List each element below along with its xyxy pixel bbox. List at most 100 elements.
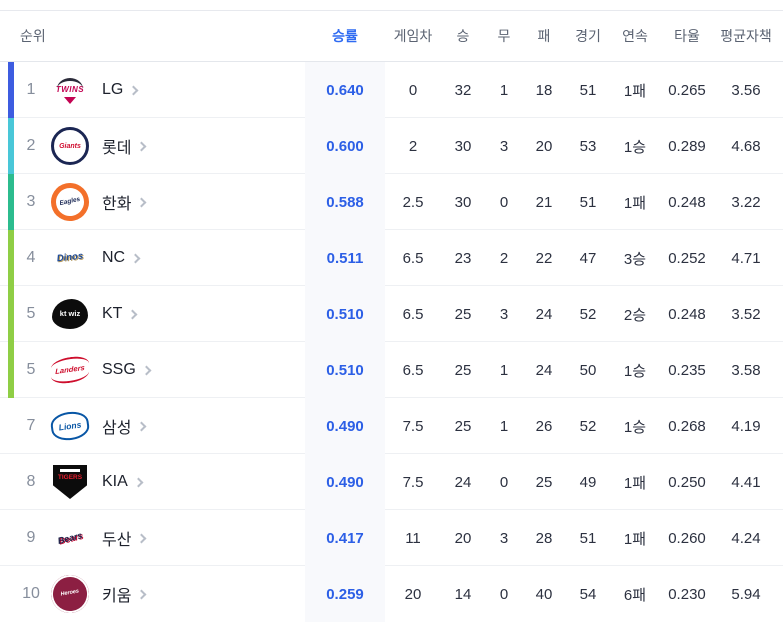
rank-value: 9 [26,529,36,546]
games-value: 51 [579,193,597,211]
col-header-games-behind[interactable]: 게임차 [385,26,441,46]
batting-avg-value: 0.235 [668,361,706,379]
era-value: 4.71 [731,249,761,267]
kt-wiz-logo-icon: kt wiz [52,299,88,329]
draws-value: 1 [499,81,509,99]
team-name: KIA [102,473,128,490]
streak-value: 1승 [623,418,647,436]
games-behind-value: 7.5 [402,473,424,491]
col-header-era[interactable]: 평균자책 [715,26,777,46]
team-link[interactable]: 두산 [92,526,305,550]
losses-value: 40 [535,585,553,603]
team-name: LG [102,81,124,98]
rank-value: 10 [22,585,40,602]
batting-avg-value: 0.260 [668,529,706,547]
batting-avg-value: 0.265 [668,81,706,99]
team-link[interactable]: LG [92,81,305,99]
team-link[interactable]: 롯데 [92,134,305,158]
team-name: NC [102,249,126,266]
table-row: 5 kt wiz KT 0.510 6.5 25 3 24 52 2승 0.24… [0,286,783,342]
lotte-giants-logo-icon: Giants [51,127,89,165]
games-value: 53 [579,137,597,155]
team-name: 삼성 [102,420,132,437]
wins-value: 23 [454,249,472,267]
col-header-rank[interactable]: 순위 [14,26,305,46]
batting-avg-value: 0.252 [668,249,706,267]
nc-dinos-logo-icon: Dinos [56,250,84,265]
table-row: 7 Lions 삼성 0.490 7.5 25 1 26 52 1승 0.268… [0,398,783,454]
team-link[interactable]: 삼성 [92,414,305,438]
team-link[interactable]: 키움 [92,582,305,606]
team-link[interactable]: KIA [92,473,305,491]
streak-value: 1패 [623,474,647,492]
games-value: 52 [579,305,597,323]
table-row: 4 Dinos NC 0.511 6.5 23 2 22 47 3승 0.252… [0,230,783,286]
era-value: 4.24 [731,529,761,547]
table-row: 8 TIGERS KIA 0.490 7.5 24 0 25 49 1패 0.2… [0,454,783,510]
era-value: 5.94 [731,585,761,603]
col-header-batting-avg[interactable]: 타율 [659,26,715,46]
games-value: 51 [579,81,597,99]
col-header-win-rate[interactable]: 승률 [305,26,385,46]
games-behind-value: 11 [405,529,421,547]
team-name: 키움 [102,588,132,605]
games-behind-value: 7.5 [402,417,424,435]
batting-avg-value: 0.248 [668,193,706,211]
streak-value: 1패 [623,82,647,100]
games-behind-value: 0 [408,81,418,99]
games-behind-value: 2 [408,137,418,155]
kiwoom-heroes-logo-icon: Heroes [47,571,93,617]
batting-avg-value: 0.248 [668,305,706,323]
win-rate-value: 0.511 [305,230,385,286]
wins-value: 14 [454,585,472,603]
losses-value: 20 [535,137,553,155]
draws-value: 1 [499,417,509,435]
team-link[interactable]: SSG [92,361,305,379]
draws-value: 0 [499,193,509,211]
logo-wrap: TWINS [48,71,92,109]
chevron-right-icon [133,477,144,488]
streak-value: 6패 [623,586,647,604]
chevron-right-icon [141,365,152,376]
chevron-right-icon [128,309,138,320]
streak-value: 1승 [623,362,647,380]
rank-value: 1 [26,81,36,98]
rank-color-bar [8,342,14,398]
win-rate-value: 0.510 [305,286,385,342]
team-name: 롯데 [102,140,132,157]
rank-color-bar [8,62,14,118]
table-header-row: 순위 승률 게임차 승 무 패 경기 연속 타율 평균자책 [0,10,783,62]
logo-wrap: Bears [48,519,92,557]
games-value: 54 [579,585,597,603]
col-header-draws[interactable]: 무 [485,26,523,46]
era-value: 3.22 [731,193,761,211]
team-link[interactable]: KT [92,305,305,323]
chevron-right-icon [137,197,147,208]
chevron-right-icon [130,253,141,264]
table-row: 5 Landers SSG 0.510 6.5 25 1 24 50 1승 0.… [0,342,783,398]
games-behind-value: 6.5 [402,361,424,379]
standings-rows: 1 TWINS LG 0.640 0 32 1 18 51 1패 0.265 3… [0,62,783,622]
win-rate-value: 0.640 [305,62,385,118]
col-header-streak[interactable]: 연속 [611,26,659,46]
logo-wrap: Giants [48,127,92,165]
wins-value: 20 [454,529,472,547]
streak-value: 3승 [623,250,647,268]
col-header-losses[interactable]: 패 [523,26,565,46]
rank-color-bar [8,286,14,342]
losses-value: 25 [535,473,553,491]
win-rate-value: 0.588 [305,174,385,230]
draws-value: 1 [499,361,509,379]
table-row: 3 Eagles 한화 0.588 2.5 30 0 21 51 1패 0.24… [0,174,783,230]
wins-value: 32 [454,81,472,99]
wins-value: 25 [454,417,472,435]
col-header-wins[interactable]: 승 [441,26,485,46]
draws-value: 0 [499,585,509,603]
kia-tigers-logo-icon: TIGERS [53,465,87,499]
team-link[interactable]: 한화 [92,190,305,214]
rank-color-bar [8,174,14,230]
games-value: 52 [579,417,597,435]
rank-value: 4 [26,249,36,266]
col-header-games[interactable]: 경기 [565,26,611,46]
team-link[interactable]: NC [92,249,305,267]
